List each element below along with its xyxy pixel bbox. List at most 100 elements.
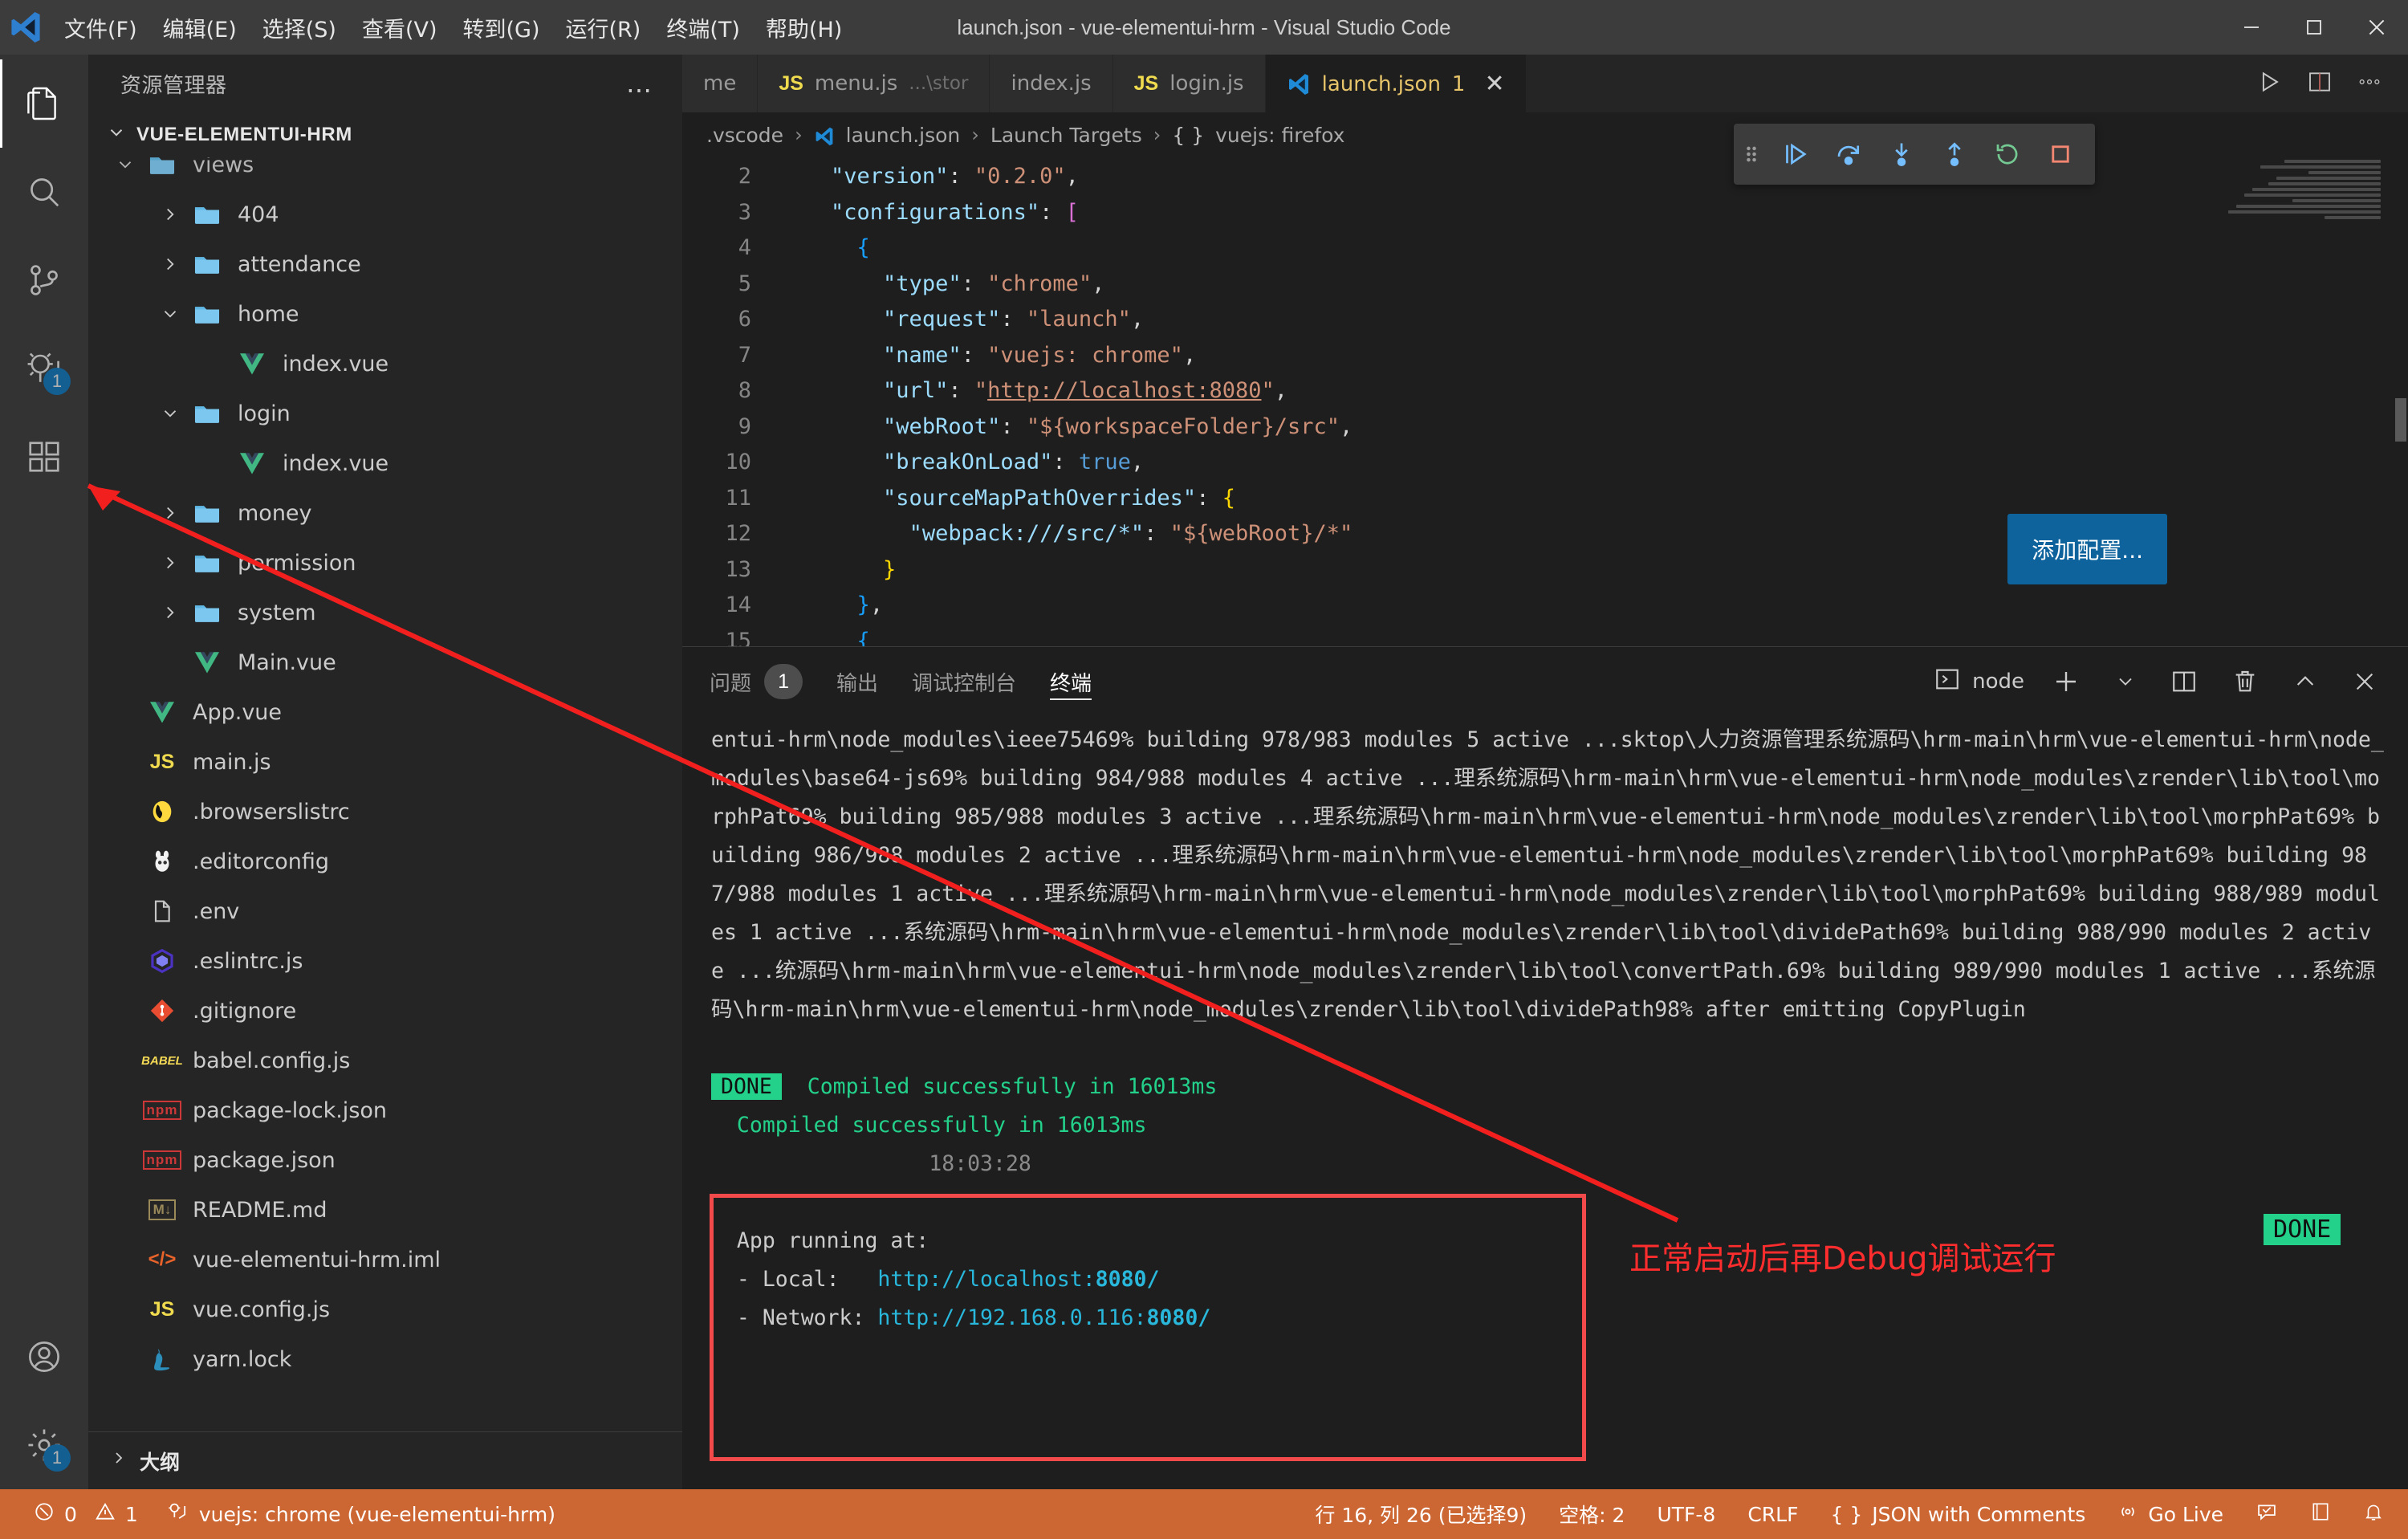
breadcrumb-item-launch-json[interactable]: launch.json bbox=[846, 124, 961, 147]
sidebar-item-source-control[interactable] bbox=[0, 236, 88, 324]
code-line[interactable]: 2 "version": "0.2.0", bbox=[682, 159, 2408, 195]
status-indentation[interactable]: 空格: 2 bbox=[1543, 1489, 1641, 1539]
terminal-output[interactable]: entui-hrm\node_modules\ieee75469% buildi… bbox=[682, 716, 2408, 1489]
status-feedback[interactable] bbox=[2239, 1489, 2294, 1539]
add-configuration-button[interactable]: 添加配置... bbox=[2007, 514, 2167, 584]
local-url[interactable]: http://localhost:8080/ bbox=[877, 1267, 1159, 1292]
code-line[interactable]: 3 "configurations": [ bbox=[682, 195, 2408, 231]
breadcrumb-item-vscode[interactable]: .vscode bbox=[706, 124, 783, 147]
tab-terminal[interactable]: 终端 bbox=[1050, 647, 1092, 716]
menu-run[interactable]: 运行(R) bbox=[553, 7, 654, 48]
menu-go[interactable]: 转到(G) bbox=[450, 7, 553, 48]
tree-item-app-vue[interactable]: App.vue bbox=[88, 687, 682, 737]
tab-launch-json[interactable]: launch.json 1 ✕ bbox=[1265, 55, 1527, 112]
line-text[interactable]: "sourceMapPathOverrides": { bbox=[779, 481, 2408, 517]
tree-item-vue-elementui-hrm-iml[interactable]: </> vue-elementui-hrm.iml bbox=[88, 1235, 682, 1285]
tree-item-permission[interactable]: permission bbox=[88, 538, 682, 588]
more-actions-icon[interactable] bbox=[2357, 69, 2382, 99]
debug-toolbar[interactable] bbox=[1734, 124, 2095, 185]
chevron-down-icon[interactable] bbox=[2108, 666, 2143, 698]
menu-file[interactable]: 文件(F) bbox=[51, 7, 150, 48]
status-eol[interactable]: CRLF bbox=[1731, 1489, 1814, 1539]
line-text[interactable]: "breakOnLoad": true, bbox=[779, 445, 2408, 481]
split-editor-icon[interactable] bbox=[2307, 69, 2333, 99]
tab-index-js[interactable]: index.js bbox=[990, 55, 1113, 112]
tree-item--env[interactable]: .env bbox=[88, 886, 682, 936]
tree-item-system[interactable]: system bbox=[88, 588, 682, 637]
sidebar-item-explorer[interactable] bbox=[0, 59, 88, 148]
menu-selection[interactable]: 选择(S) bbox=[250, 7, 349, 48]
chevron-right-icon[interactable] bbox=[154, 552, 186, 573]
tree-item-babel-config-js[interactable]: BABEL babel.config.js bbox=[88, 1036, 682, 1085]
tree-item-money[interactable]: money bbox=[88, 488, 682, 538]
line-text[interactable]: "type": "chrome", bbox=[779, 267, 2408, 303]
code-line[interactable]: 5 "type": "chrome", bbox=[682, 267, 2408, 303]
breadcrumb-item-vuejs-firefox[interactable]: vuejs: firefox bbox=[1215, 124, 1344, 147]
new-terminal-icon[interactable] bbox=[2045, 662, 2087, 701]
minimize-icon[interactable] bbox=[2220, 0, 2283, 55]
panel-actions[interactable]: node bbox=[1934, 662, 2384, 701]
editor-scrollbar[interactable] bbox=[2392, 157, 2408, 646]
line-text[interactable]: }, bbox=[779, 588, 2408, 624]
status-encoding[interactable]: UTF-8 bbox=[1641, 1489, 1731, 1539]
tree-item--browserslistrc[interactable]: .browserslistrc bbox=[88, 787, 682, 837]
tab-login-js[interactable]: JS login.js bbox=[1112, 55, 1266, 112]
chevron-right-icon[interactable] bbox=[154, 503, 186, 523]
more-actions-icon[interactable]: … bbox=[626, 71, 653, 96]
maximize-icon[interactable] bbox=[2283, 0, 2345, 55]
tree-item-yarn-lock[interactable]: yarn.lock bbox=[88, 1334, 682, 1384]
restart-icon[interactable] bbox=[1981, 124, 2034, 185]
menu-terminal[interactable]: 终端(T) bbox=[653, 7, 753, 48]
code-line[interactable]: 14 }, bbox=[682, 588, 2408, 624]
step-over-icon[interactable] bbox=[1822, 124, 1875, 185]
line-text[interactable]: "configurations": [ bbox=[779, 195, 2408, 231]
run-icon[interactable] bbox=[2255, 68, 2283, 100]
line-text[interactable]: "webRoot": "${workspaceFolder}/src", bbox=[779, 409, 2408, 446]
chevron-right-icon[interactable] bbox=[154, 204, 186, 225]
tree-item--editorconfig[interactable]: .editorconfig bbox=[88, 837, 682, 886]
status-debug-target[interactable]: vuejs: chrome (vue-elementui-hrm) bbox=[153, 1489, 570, 1539]
chevron-down-icon[interactable] bbox=[154, 403, 186, 424]
status-problems[interactable]: 0 1 bbox=[19, 1489, 153, 1539]
terminal-selector[interactable]: node bbox=[1934, 666, 2024, 698]
outline-section[interactable]: 大纲 bbox=[88, 1431, 682, 1489]
kill-terminal-icon[interactable] bbox=[2225, 663, 2265, 700]
sidebar-item-run-and-debug[interactable]: 1 bbox=[0, 324, 88, 413]
sidebar-item-search[interactable] bbox=[0, 148, 88, 236]
code-line[interactable]: 15 { bbox=[682, 624, 2408, 647]
menu-view[interactable]: 查看(V) bbox=[349, 7, 450, 48]
tree-item-login[interactable]: login bbox=[88, 389, 682, 438]
tree-item--gitignore[interactable]: .gitignore bbox=[88, 986, 682, 1036]
line-text[interactable]: { bbox=[779, 230, 2408, 267]
step-into-icon[interactable] bbox=[1875, 124, 1928, 185]
tree-item-main-vue[interactable]: Main.vue bbox=[88, 637, 682, 687]
status-notifications[interactable] bbox=[2347, 1489, 2400, 1539]
workspace-root-row[interactable]: VUE-ELEMENTUI-HRM bbox=[88, 112, 682, 157]
code-line[interactable]: 11 "sourceMapPathOverrides": { bbox=[682, 481, 2408, 517]
status-language-mode[interactable]: { } JSON with Comments bbox=[1814, 1489, 2101, 1539]
activity-bar[interactable]: 1 1 bbox=[0, 55, 88, 1489]
stop-icon[interactable] bbox=[2034, 124, 2087, 185]
menu-edit[interactable]: 编辑(E) bbox=[150, 7, 250, 48]
editor-tabs[interactable]: me JS menu.js ...\stor index.js JS login… bbox=[682, 55, 2408, 185]
line-text[interactable]: "version": "0.2.0", bbox=[779, 159, 2408, 195]
tab-me[interactable]: me bbox=[682, 55, 759, 112]
tree-item-readme-md[interactable]: M↓ README.md bbox=[88, 1185, 682, 1235]
step-out-icon[interactable] bbox=[1928, 124, 1981, 185]
chevron-down-icon[interactable] bbox=[154, 303, 186, 324]
grip-icon[interactable] bbox=[1734, 140, 1769, 168]
code-line[interactable]: 7 "name": "vuejs: chrome", bbox=[682, 338, 2408, 374]
tree-item-attendance[interactable]: attendance bbox=[88, 239, 682, 289]
status-cursor-position[interactable]: 行 16, 列 26 (已选择9) bbox=[1299, 1489, 1543, 1539]
code-line[interactable]: 9 "webRoot": "${workspaceFolder}/src", bbox=[682, 409, 2408, 446]
editor-toolbar[interactable] bbox=[2230, 55, 2408, 112]
sidebar-item-extensions[interactable] bbox=[0, 413, 88, 501]
continue-icon[interactable] bbox=[1769, 124, 1822, 185]
chevron-right-icon[interactable] bbox=[154, 602, 186, 623]
chevron-right-icon[interactable] bbox=[154, 254, 186, 275]
tree-item--eslintrc-js[interactable]: .eslintrc.js bbox=[88, 936, 682, 986]
minimap[interactable] bbox=[2204, 157, 2381, 646]
close-icon[interactable] bbox=[2345, 0, 2408, 55]
menu-help[interactable]: 帮助(H) bbox=[753, 7, 855, 48]
line-text[interactable]: "url": "http://localhost:8080", bbox=[779, 373, 2408, 409]
